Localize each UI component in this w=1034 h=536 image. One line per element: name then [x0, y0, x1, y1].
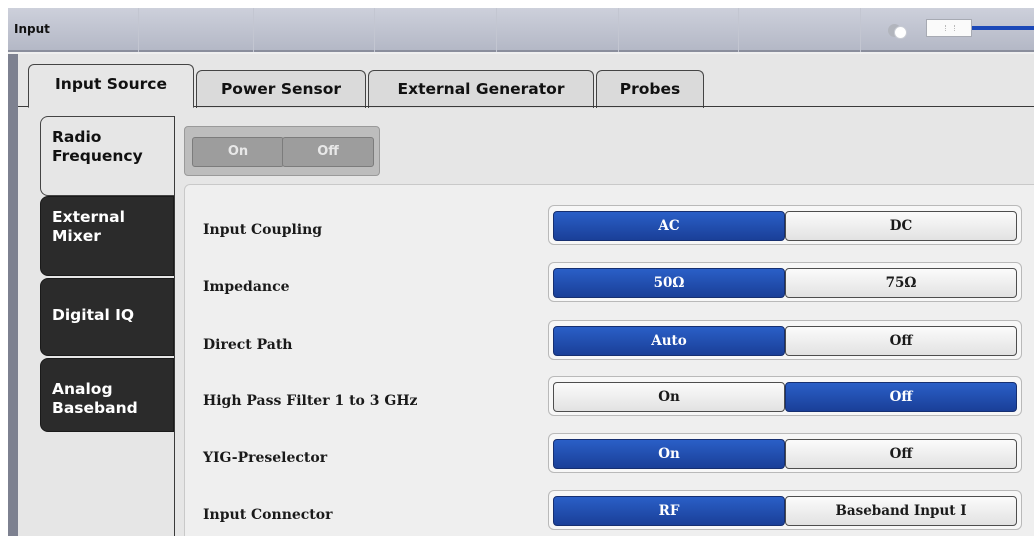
- grid-line: [138, 8, 139, 52]
- input-connector-baseband-button[interactable]: Baseband Input I: [785, 496, 1017, 526]
- scroll-handle[interactable]: [926, 19, 972, 37]
- toggle-circle-front: [894, 26, 907, 39]
- grid-line: [496, 8, 497, 52]
- toggle-high-pass-filter: On Off: [548, 376, 1022, 416]
- toggle-input-connector: RF Baseband Input I: [548, 490, 1022, 530]
- scroll-track[interactable]: [972, 26, 1034, 30]
- label-direct-path: Direct Path: [203, 337, 293, 353]
- side-tab-label: External: [52, 208, 125, 226]
- side-tab-external-mixer[interactable]: External Mixer: [40, 196, 174, 276]
- tab-power-sensor[interactable]: Power Sensor: [196, 70, 366, 108]
- tab-input-source[interactable]: Input Source: [28, 64, 194, 108]
- side-tab-analog-baseband[interactable]: Analog Baseband: [40, 358, 174, 432]
- label-input-connector: Input Connector: [203, 507, 333, 523]
- grid-line: [738, 8, 739, 52]
- input-dialog: Input Input Source Power Sensor External…: [8, 8, 1034, 536]
- side-tab-label: Analog: [52, 380, 113, 398]
- input-connector-rf-button[interactable]: RF: [553, 496, 785, 526]
- yig-preselector-on-button[interactable]: On: [553, 439, 785, 469]
- toggle-input-coupling: AC DC: [548, 205, 1022, 245]
- impedance-75-button[interactable]: 75Ω: [785, 268, 1017, 298]
- toggle-direct-path: Auto Off: [548, 320, 1022, 360]
- rf-state-toggle: On Off: [184, 126, 380, 176]
- toggle-impedance: 50Ω 75Ω: [548, 262, 1022, 302]
- window-title: Input: [14, 22, 50, 36]
- tab-external-generator[interactable]: External Generator: [368, 70, 594, 108]
- grid-line: [253, 8, 254, 52]
- impedance-50-button[interactable]: 50Ω: [553, 268, 785, 298]
- grid-line: [860, 8, 861, 52]
- label-impedance: Impedance: [203, 279, 290, 295]
- rf-off-button[interactable]: Off: [282, 137, 374, 167]
- yig-preselector-off-button[interactable]: Off: [785, 439, 1017, 469]
- grid-line: [618, 8, 619, 52]
- toggle-yig-preselector: On Off: [548, 433, 1022, 473]
- side-panel-divider: [174, 116, 175, 536]
- side-tab-label: Mixer: [52, 227, 101, 245]
- input-coupling-dc-button[interactable]: DC: [785, 211, 1017, 241]
- left-strip: [8, 54, 18, 536]
- direct-path-off-button[interactable]: Off: [785, 326, 1017, 356]
- side-tab-label: Baseband: [52, 399, 138, 417]
- side-tab-label: Frequency: [52, 147, 143, 165]
- label-high-pass-filter: High Pass Filter 1 to 3 GHz: [203, 393, 418, 409]
- side-tab-radio-frequency[interactable]: Radio Frequency: [40, 116, 174, 196]
- high-pass-filter-off-button[interactable]: Off: [785, 382, 1017, 412]
- rf-on-button[interactable]: On: [192, 137, 284, 167]
- grid-line: [374, 8, 375, 52]
- settings-panel: Input Coupling AC DC Impedance 50Ω 75Ω D…: [184, 184, 1034, 536]
- title-bar: Input: [8, 8, 1034, 52]
- side-tab-label: Digital IQ: [52, 306, 135, 324]
- input-coupling-ac-button[interactable]: AC: [553, 211, 785, 241]
- dialog-toggle-icon[interactable]: [888, 24, 910, 39]
- grip-icon: [945, 25, 955, 31]
- high-pass-filter-on-button[interactable]: On: [553, 382, 785, 412]
- direct-path-auto-button[interactable]: Auto: [553, 326, 785, 356]
- side-tab-digital-iq[interactable]: Digital IQ: [40, 278, 174, 356]
- label-yig-preselector: YIG-Preselector: [203, 450, 328, 466]
- side-tab-label: Radio: [52, 128, 102, 146]
- tab-probes[interactable]: Probes: [596, 70, 704, 108]
- label-input-coupling: Input Coupling: [203, 222, 323, 238]
